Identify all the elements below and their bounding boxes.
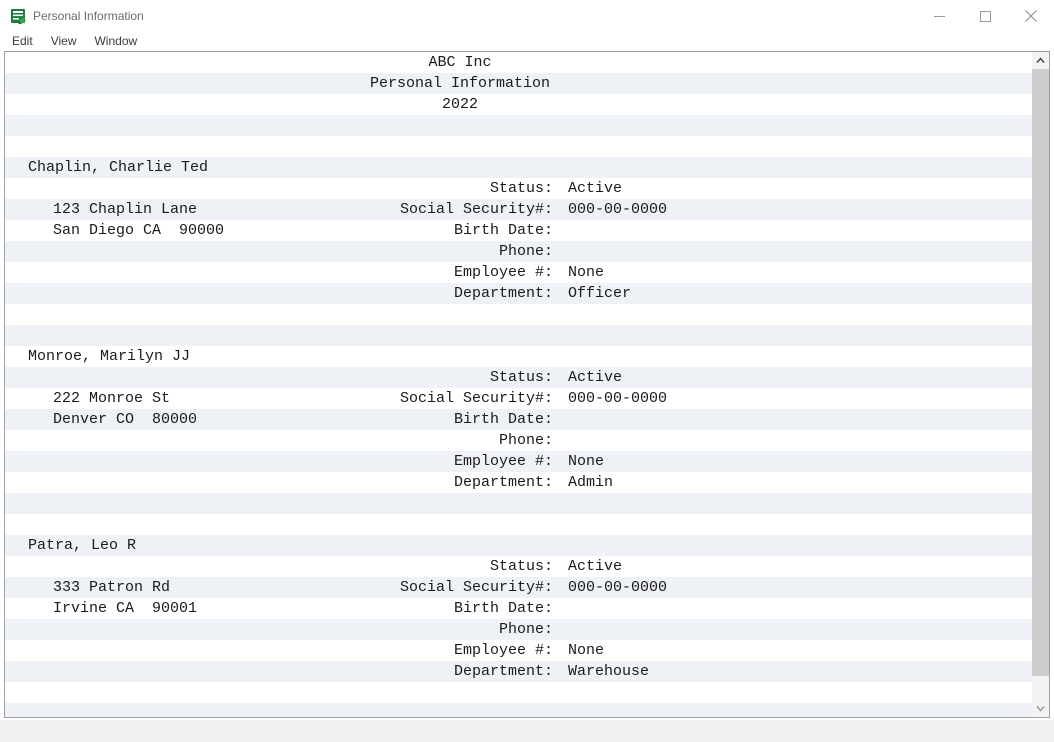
field-value: Admin [568,474,614,491]
field-value: 000-00-0000 [568,579,668,596]
record-address-line1: 222 Monroe St [53,390,171,407]
title-bar: Personal Information [0,0,1054,32]
record-field-row: San Diego CA 90000 Birth Date: [5,220,1049,241]
menu-item-view[interactable]: View [51,34,77,48]
close-icon [1025,10,1037,22]
scrollbar-thumb[interactable] [1032,69,1049,676]
record-field-row: 333 Patron Rd Social Security#: 000-00-000… [5,577,1049,598]
chevron-up-icon [1036,57,1045,63]
record-field-row: Status: Active [5,556,1049,577]
spacer-row [5,703,1049,717]
field-label: Social Security#: [399,579,553,596]
report-header-row: 2022 [5,94,1049,115]
field-value: Active [568,558,623,575]
field-value: Active [568,180,623,197]
field-label: Social Security#: [399,201,553,218]
scroll-up-button[interactable] [1032,52,1049,69]
field-label: Employee #: [453,642,553,659]
record-field-row: Status: Active [5,367,1049,388]
report-document-icon [10,8,27,25]
menu-bar: Edit View Window [0,32,1054,50]
record-field-row: Irvine CA 90001 Birth Date: [5,598,1049,619]
scroll-down-button[interactable] [1032,700,1049,717]
menu-item-window[interactable]: Window [94,34,137,48]
record-name: Monroe, Marilyn JJ [28,348,191,365]
maximize-button[interactable] [962,0,1008,32]
field-label: Department: [453,474,553,491]
record-field-row: Phone: [5,430,1049,451]
record-field-row: Phone: [5,241,1049,262]
close-button[interactable] [1008,0,1054,32]
record-field-row: 123 Chaplin Lane Social Security#: 000-00-… [5,199,1049,220]
field-label: Phone: [498,621,553,638]
record-address-line1: 333 Patron Rd [53,579,171,596]
field-label: Department: [453,285,553,302]
report-company-name: ABC Inc [428,54,492,71]
report-body: ABC Inc Personal Information 2022 Chaplin, … [5,52,1049,717]
report-year: 2022 [441,96,478,113]
record-field-row: Department: Admin [5,472,1049,493]
field-value: Warehouse [568,663,650,680]
field-label: Status: [489,558,553,575]
field-label: Phone: [498,432,553,449]
maximize-icon [979,10,991,22]
record-field-row: Department: Officer [5,283,1049,304]
record-field-row: Status: Active [5,178,1049,199]
minimize-button[interactable] [916,0,962,32]
field-label: Employee #: [453,453,553,470]
field-label: Birth Date: [453,222,553,239]
field-value: None [568,264,605,281]
record-address-line2: Irvine CA 90001 [53,600,198,617]
field-label: Social Security#: [399,390,553,407]
field-value: None [568,453,605,470]
window-title: Personal Information [33,9,144,23]
report-header-row: ABC Inc [5,52,1049,73]
menu-item-edit[interactable]: Edit [12,34,33,48]
field-value: 000-00-0000 [568,201,668,218]
record-field-row: Denver CO 80000 Birth Date: [5,409,1049,430]
record-field-row: Phone: [5,619,1049,640]
record-name-row: Chaplin, Charlie Ted [5,157,1049,178]
record-name-row: Patra, Leo R [5,535,1049,556]
field-label: Employee #: [453,264,553,281]
window-controls [916,0,1054,32]
field-value: None [568,642,605,659]
spacer-row [5,304,1049,325]
report-header-row: Personal Information [5,73,1049,94]
field-value: Active [568,369,623,386]
field-label: Status: [489,369,553,386]
spacer-row [5,115,1049,136]
field-label: Status: [489,180,553,197]
spacer-row [5,682,1049,703]
field-value: 000-00-0000 [568,390,668,407]
field-label: Birth Date: [453,411,553,428]
spacer-row [5,325,1049,346]
record-field-row: Employee #: None [5,262,1049,283]
record-name: Patra, Leo R [28,537,137,554]
record-field-row: Department: Warehouse [5,661,1049,682]
record-address-line1: 123 Chaplin Lane [53,201,198,218]
vertical-scrollbar[interactable] [1032,51,1050,718]
record-field-row: Employee #: None [5,640,1049,661]
record-field-row: Employee #: None [5,451,1049,472]
record-address-line2: Denver CO 80000 [53,411,198,428]
record-name-row: Monroe, Marilyn JJ [5,346,1049,367]
application-window: Personal Information Edit View Window AB… [0,0,1054,742]
report-content-area[interactable]: ABC Inc Personal Information 2022 Chaplin, … [4,51,1050,718]
spacer-row [5,514,1049,535]
report-title: Personal Information [369,75,551,92]
record-name: Chaplin, Charlie Ted [28,159,209,176]
chevron-down-icon [1036,706,1045,712]
field-label: Phone: [498,243,553,260]
spacer-row [5,136,1049,157]
minimize-icon [933,15,945,17]
spacer-row [5,493,1049,514]
window-footer [0,720,1054,742]
field-label: Birth Date: [453,600,553,617]
field-label: Department: [453,663,553,680]
record-field-row: 222 Monroe St Social Security#: 000-00-000… [5,388,1049,409]
field-value: Officer [568,285,632,302]
